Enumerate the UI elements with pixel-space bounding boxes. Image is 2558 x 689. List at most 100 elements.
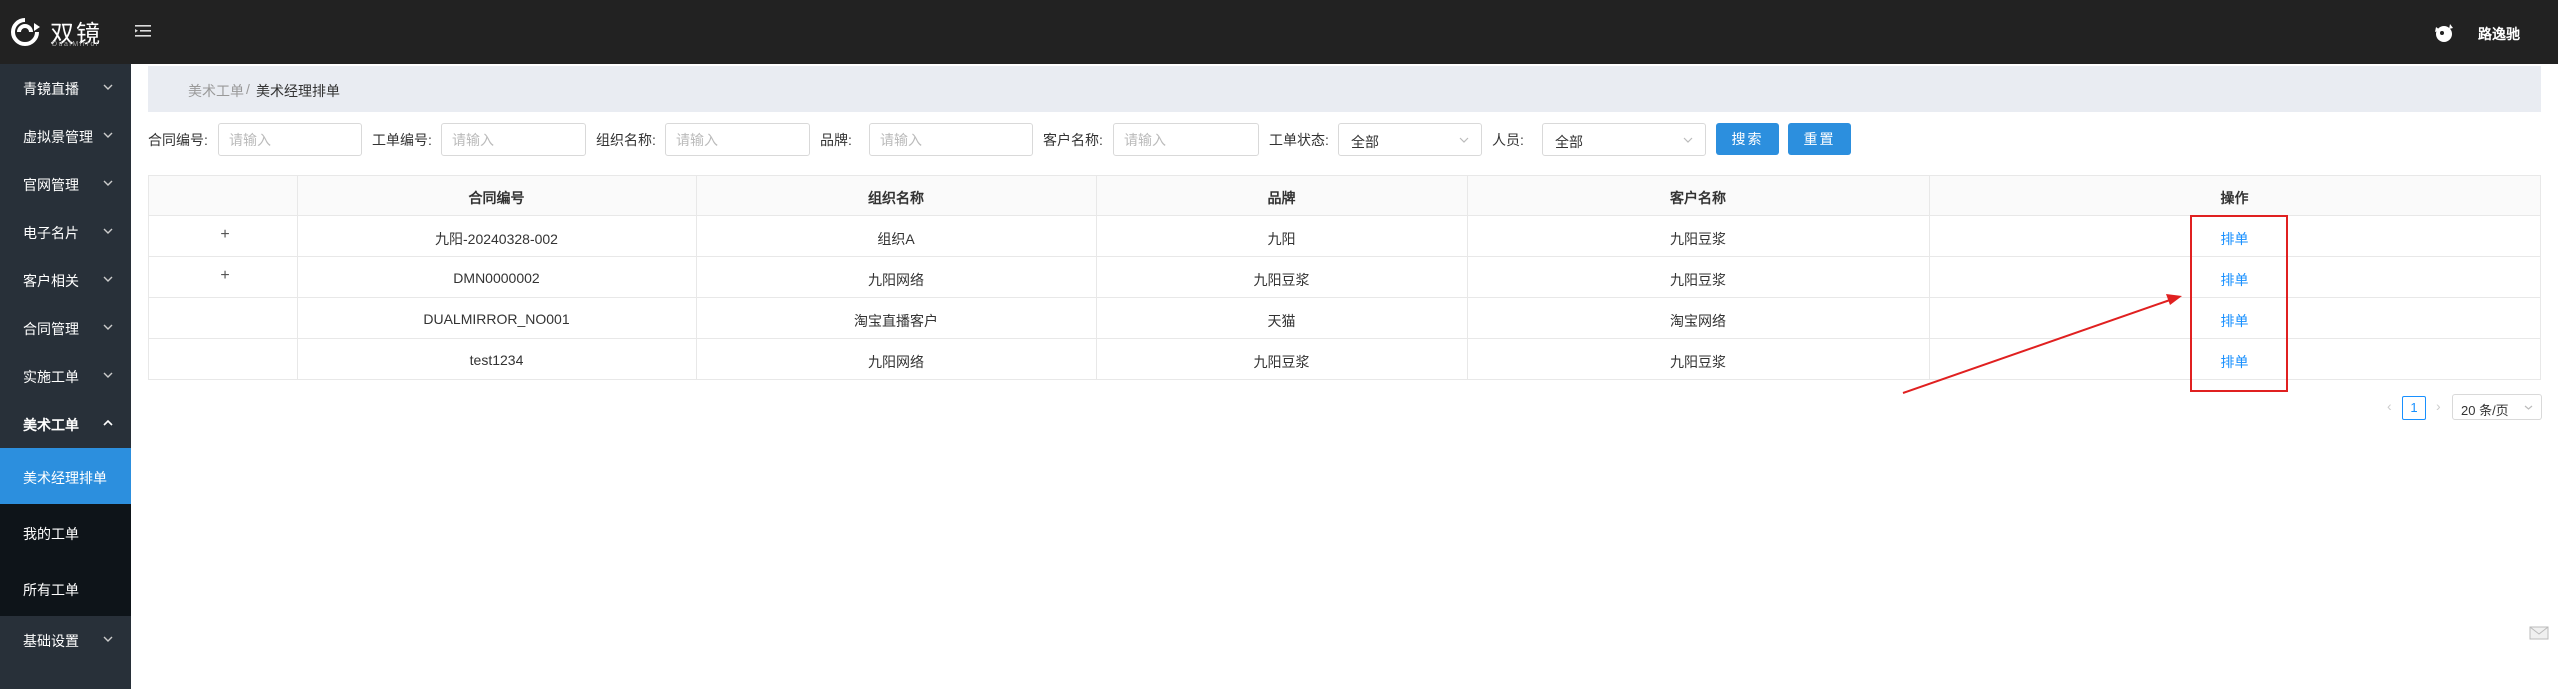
sidebar-item-basic-settings[interactable]: 基础设置 xyxy=(0,616,131,664)
sidebar-subitem-all-orders[interactable]: 所有工单 xyxy=(0,560,131,616)
chevron-down-icon xyxy=(103,372,113,378)
sidebar-item-art-orders[interactable]: 美术工单 xyxy=(0,400,131,448)
page-size-select[interactable]: 20 条/页 xyxy=(2452,394,2542,420)
sidebar-item-contract[interactable]: 合同管理 xyxy=(0,304,131,352)
cell-contract: DUALMIRROR_NO001 xyxy=(423,311,570,327)
top-bar: 双镜 DualMirror 路逸驰 xyxy=(0,0,2558,64)
sidebar-item-implementation[interactable]: 实施工单 xyxy=(0,352,131,400)
breadcrumb-current: 美术经理排单 xyxy=(256,83,340,99)
cell-customer: 九阳豆浆 xyxy=(1670,231,1726,247)
cell-brand: 九阳豆浆 xyxy=(1253,272,1310,288)
cell-contract: test1234 xyxy=(469,352,524,368)
chevron-down-icon xyxy=(103,132,113,138)
sidebar-subitem-my-orders[interactable]: 我的工单 xyxy=(0,504,131,560)
status-label: 工单状态: xyxy=(1269,132,1329,148)
sidebar-subitem-label: 美术经理排单 xyxy=(23,470,107,486)
sidebar-item-customer[interactable]: 客户相关 xyxy=(0,256,131,304)
expand-row-icon[interactable]: + xyxy=(217,227,233,243)
cell-org: 九阳网络 xyxy=(868,272,924,288)
orders-table: 合同编号 组织名称 品牌 客户名称 操作 + 九阳-20240328-002 组… xyxy=(148,175,2541,380)
sidebar-item-business-card[interactable]: 电子名片 xyxy=(0,208,131,256)
sidebar-subitem-label: 所有工单 xyxy=(23,582,79,598)
sidebar-item-label: 官网管理 xyxy=(23,177,79,193)
pager-next-button[interactable]: › xyxy=(2436,398,2441,414)
search-button[interactable]: 搜索 xyxy=(1716,123,1779,155)
person-select-value: 全部 xyxy=(1555,134,1583,150)
breadcrumb-separator: / xyxy=(246,81,250,97)
user-name[interactable]: 路逸驰 xyxy=(2478,24,2520,44)
column-header-action: 操作 xyxy=(2220,190,2249,206)
column-divider xyxy=(297,176,298,379)
chevron-down-icon xyxy=(103,180,113,186)
table-row: + DMN0000002 九阳网络 九阳豆浆 九阳豆浆 排单 xyxy=(149,257,2540,298)
logo-mark-icon xyxy=(11,18,40,46)
user-avatar-icon[interactable] xyxy=(2432,21,2456,45)
column-divider xyxy=(696,176,697,379)
cell-brand: 九阳豆浆 xyxy=(1253,354,1310,370)
cell-customer: 九阳豆浆 xyxy=(1670,272,1726,288)
org-name-input[interactable] xyxy=(665,123,810,156)
column-header-org: 组织名称 xyxy=(868,190,924,206)
customer-label: 客户名称: xyxy=(1043,132,1103,148)
logo-subtext: DualMirror xyxy=(52,41,100,48)
order-no-input[interactable] xyxy=(441,123,586,156)
customer-input[interactable] xyxy=(1113,123,1259,156)
person-select[interactable]: 全部 xyxy=(1542,123,1706,156)
cell-org: 九阳网络 xyxy=(868,354,924,370)
cell-contract: DMN0000002 xyxy=(453,270,540,286)
org-name-label: 组织名称: xyxy=(596,132,656,148)
table-row: + 九阳-20240328-002 组织A 九阳 九阳豆浆 排单 xyxy=(149,216,2540,257)
table-row: test1234 九阳网络 九阳豆浆 九阳豆浆 排单 xyxy=(149,339,2540,380)
reset-button[interactable]: 重置 xyxy=(1788,123,1851,155)
sidebar-item-label: 虚拟景管理 xyxy=(23,129,93,145)
page-size-value: 20 条/页 xyxy=(2461,403,2509,418)
chevron-down-icon xyxy=(103,636,113,642)
chevron-down-icon xyxy=(2524,405,2533,410)
contract-no-input[interactable] xyxy=(218,123,362,156)
brand-input[interactable] xyxy=(869,123,1033,156)
status-select[interactable]: 全部 xyxy=(1338,123,1482,156)
column-header-customer: 客户名称 xyxy=(1670,190,1726,206)
pager-page-button[interactable]: 1 xyxy=(2402,396,2426,420)
mail-icon[interactable] xyxy=(2528,622,2550,644)
chevron-down-icon xyxy=(103,84,113,90)
chevron-down-icon xyxy=(1459,137,1469,143)
column-header-contract: 合同编号 xyxy=(468,190,525,206)
sidebar-item-label: 美术工单 xyxy=(23,417,79,433)
breadcrumb: 美术工单 / 美术经理排单 xyxy=(148,66,2541,112)
breadcrumb-parent[interactable]: 美术工单 xyxy=(188,81,244,101)
sidebar-item-website[interactable]: 官网管理 xyxy=(0,160,131,208)
sidebar-subitem-art-manager-scheduling[interactable]: 美术经理排单 xyxy=(0,448,131,504)
cell-customer: 淘宝网络 xyxy=(1670,313,1726,329)
table-header: 合同编号 组织名称 品牌 客户名称 操作 xyxy=(149,176,2540,216)
pager-prev-button[interactable]: ‹ xyxy=(2387,398,2392,414)
sidebar-subitem-label: 我的工单 xyxy=(23,526,79,542)
sidebar-item-label: 客户相关 xyxy=(23,273,79,289)
sidebar-item-label: 实施工单 xyxy=(23,369,79,385)
table-row: DUALMIRROR_NO001 淘宝直播客户 天猫 淘宝网络 排单 xyxy=(149,298,2540,339)
column-header-brand: 品牌 xyxy=(1267,190,1296,206)
sidebar-item-virtual-scene[interactable]: 虚拟景管理 xyxy=(0,112,131,160)
expand-row-icon[interactable]: + xyxy=(217,268,233,284)
person-label: 人员: xyxy=(1492,132,1524,148)
sidebar-item-label: 基础设置 xyxy=(23,633,79,649)
cell-brand: 九阳 xyxy=(1267,231,1296,247)
column-divider xyxy=(1929,176,1930,379)
menu-toggle-icon[interactable] xyxy=(134,22,152,40)
column-divider xyxy=(1096,176,1097,379)
sidebar-item-label: 青镜直播 xyxy=(23,81,79,97)
chevron-down-icon xyxy=(103,228,113,234)
cell-contract: 九阳-20240328-002 xyxy=(435,231,558,247)
contract-no-label: 合同编号: xyxy=(148,132,208,148)
column-divider xyxy=(1467,176,1468,379)
sidebar-item-live[interactable]: 青镜直播 xyxy=(0,64,131,112)
cell-org: 组织A xyxy=(877,231,915,247)
chevron-down-icon xyxy=(103,324,113,330)
app-logo[interactable]: 双镜 DualMirror xyxy=(8,14,108,50)
cell-customer: 九阳豆浆 xyxy=(1670,354,1726,370)
chevron-down-icon xyxy=(1683,137,1693,143)
sidebar-item-label: 合同管理 xyxy=(23,321,79,337)
annotation-highlight-box xyxy=(2190,215,2288,392)
brand-label: 品牌: xyxy=(820,132,852,148)
order-no-label: 工单编号: xyxy=(372,132,432,148)
